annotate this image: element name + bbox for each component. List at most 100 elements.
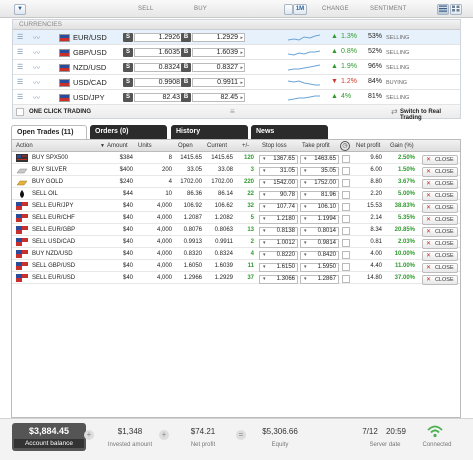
stop-loss-input[interactable]: ▾ 1.6150: [259, 263, 298, 272]
trade-checkbox[interactable]: [342, 263, 350, 271]
filter-dropdown-button[interactable]: ▼: [14, 4, 26, 15]
take-profit-input[interactable]: ▾ 1.5950: [300, 263, 339, 272]
currency-row[interactable]: ☰ 〰 EUR/USD S 1.2926 B 1.2929 ▲ 1.3% 53%…: [13, 30, 460, 45]
currency-row[interactable]: ☰ 〰 USD/CAD S 0.9908 B 0.9911 ▼ 1.2% 84%…: [13, 75, 460, 90]
sell-price[interactable]: 0.8324: [134, 63, 187, 72]
stop-loss-input[interactable]: ▾ 0.8220: [259, 251, 298, 260]
buy-price[interactable]: 1.6039: [192, 48, 245, 57]
list-view-button[interactable]: [437, 4, 449, 15]
trade-checkbox[interactable]: [342, 203, 350, 211]
sell-button[interactable]: S: [123, 93, 133, 102]
currency-row[interactable]: ☰ 〰 NZD/USD S 0.8324 B 0.8327 ▲ 1.9% 96%…: [13, 60, 460, 75]
take-profit-input[interactable]: ▾ 0.8014: [300, 227, 339, 236]
buy-price[interactable]: 0.9911: [192, 78, 245, 87]
stop-loss-input[interactable]: ▾ 107.74: [259, 203, 298, 212]
timeframe-prev-button[interactable]: [284, 4, 293, 15]
col-stop-loss[interactable]: Stop loss: [262, 143, 287, 149]
table-row[interactable]: SELL GBP/USD $40 4,000 1.6050 1.6039 11 …: [12, 260, 460, 273]
col-gain[interactable]: Gain (%): [390, 143, 414, 149]
table-row[interactable]: BUY GOLD $240 4 1702.00 1702.00 220 ▾ 154…: [12, 176, 460, 189]
take-profit-input[interactable]: ▾ 1752.00: [300, 179, 339, 188]
buy-price[interactable]: 1.2929: [192, 33, 245, 42]
stop-loss-input[interactable]: ▾ 1.3066: [259, 275, 298, 284]
buy-button[interactable]: B: [181, 33, 191, 42]
sell-price[interactable]: 0.9908: [134, 78, 187, 87]
sell-button[interactable]: S: [123, 48, 133, 57]
table-row[interactable]: BUY SPX500 $384 8 1415.65 1415.65 120 ▾ 1…: [12, 152, 460, 165]
trade-checkbox[interactable]: [342, 215, 350, 223]
stop-loss-input[interactable]: ▾ 31.05: [259, 167, 298, 176]
table-row[interactable]: BUY SILVER $400 200 33.05 33.08 3 ▾ 31.05…: [12, 164, 460, 177]
trade-checkbox[interactable]: [342, 155, 350, 163]
close-trade-button[interactable]: CLOSE: [422, 275, 458, 285]
chart-icon[interactable]: 〰: [33, 78, 40, 88]
col-action[interactable]: Action: [16, 143, 33, 149]
trade-checkbox[interactable]: [342, 167, 350, 175]
trade-checkbox[interactable]: [342, 191, 350, 199]
table-row[interactable]: SELL EUR/GBP $40 4,000 0.8076 0.8063 13 …: [12, 224, 460, 237]
table-row[interactable]: BUY NZD/USD $40 4,000 0.8320 0.8324 4 ▾ 0…: [12, 248, 460, 261]
sell-button[interactable]: S: [123, 78, 133, 87]
col-net-profit[interactable]: Net profit: [356, 143, 380, 149]
info-icon[interactable]: ☰: [17, 33, 23, 41]
stop-loss-input[interactable]: ▾ 1367.65: [259, 155, 298, 164]
take-profit-input[interactable]: ▾ 1.2867: [300, 275, 339, 284]
grid-view-button[interactable]: [450, 4, 462, 15]
trade-checkbox[interactable]: [342, 179, 350, 187]
stop-loss-input[interactable]: ▾ 1.0012: [259, 239, 298, 248]
chart-icon[interactable]: 〰: [33, 48, 40, 58]
sell-price[interactable]: 1.6035: [134, 48, 187, 57]
tab-orders[interactable]: Orders (0): [90, 125, 167, 139]
info-icon[interactable]: ☰: [17, 48, 23, 56]
trade-checkbox[interactable]: [342, 251, 350, 259]
take-profit-input[interactable]: ▾ 106.10: [300, 203, 339, 212]
take-profit-input[interactable]: ▾ 0.9814: [300, 239, 339, 248]
trade-checkbox[interactable]: [342, 227, 350, 235]
tab-open-trades[interactable]: Open Trades (11): [11, 125, 87, 139]
buy-button[interactable]: B: [181, 93, 191, 102]
take-profit-input[interactable]: ▾ 35.05: [300, 167, 339, 176]
chart-icon[interactable]: 〰: [33, 93, 40, 103]
col-open[interactable]: Open: [178, 143, 193, 149]
stop-loss-input[interactable]: ▾ 0.8138: [259, 227, 298, 236]
take-profit-input[interactable]: ▾ 81.96: [300, 191, 339, 200]
sell-price[interactable]: 82.43: [134, 93, 187, 102]
stop-loss-input[interactable]: ▾ 90.78: [259, 191, 298, 200]
table-row[interactable]: SELL EUR/USD $40 4,000 1.2966 1.2929 37 …: [12, 272, 460, 285]
info-icon[interactable]: ☰: [17, 93, 23, 101]
chart-icon[interactable]: 〰: [33, 63, 40, 73]
col-pips[interactable]: +/-: [242, 143, 249, 149]
trade-checkbox[interactable]: [342, 239, 350, 247]
take-profit-input[interactable]: ▾ 1463.65: [300, 155, 339, 164]
buy-price[interactable]: 0.8327: [192, 63, 245, 72]
buy-button[interactable]: B: [181, 48, 191, 57]
col-take-profit[interactable]: Take profit: [302, 143, 330, 149]
info-icon[interactable]: ☰: [17, 63, 23, 71]
sell-button[interactable]: S: [123, 63, 133, 72]
col-current[interactable]: Current: [207, 143, 227, 149]
switch-real-trading-link[interactable]: Switch to Real Trading: [400, 109, 460, 121]
tab-history[interactable]: History: [171, 125, 248, 139]
table-row[interactable]: SELL EUR/CHF $40 4,000 1.2087 1.2082 5 ▾…: [12, 212, 460, 225]
stop-loss-input[interactable]: ▾ 1.2180: [259, 215, 298, 224]
info-icon[interactable]: ☰: [17, 78, 23, 86]
buy-button[interactable]: B: [181, 78, 191, 87]
timeframe-1m-button[interactable]: 1M: [293, 4, 307, 15]
buy-button[interactable]: B: [181, 63, 191, 72]
take-profit-input[interactable]: ▾ 0.8420: [300, 251, 339, 260]
col-units[interactable]: Units: [138, 143, 152, 149]
table-row[interactable]: SELL OIL $44 10 86.36 86.14 22 ▾ 90.78 ▾ 8…: [12, 188, 460, 201]
take-profit-input[interactable]: ▾ 1.1994: [300, 215, 339, 224]
sell-button[interactable]: S: [123, 33, 133, 42]
currency-row[interactable]: ☰ 〰 GBP/USD S 1.6035 B 1.6039 ▲ 0.8% 52%…: [13, 45, 460, 60]
table-row[interactable]: SELL USD/CAD $40 4,000 0.9913 0.9911 2 ▾…: [12, 236, 460, 249]
trade-checkbox[interactable]: [342, 275, 350, 283]
stop-loss-input[interactable]: ▾ 1542.00: [259, 179, 298, 188]
buy-price[interactable]: 82.45: [192, 93, 245, 102]
currency-row[interactable]: ☰ 〰 USD/JPY S 82.43 B 82.45 ▲ 4% 81% SEL…: [13, 90, 460, 105]
resize-handle-icon[interactable]: ≡: [230, 107, 235, 116]
one-click-checkbox[interactable]: [16, 108, 24, 116]
sell-price[interactable]: 1.2926: [134, 33, 187, 42]
chart-icon[interactable]: 〰: [33, 33, 40, 43]
col-amount[interactable]: Amount: [107, 143, 128, 149]
